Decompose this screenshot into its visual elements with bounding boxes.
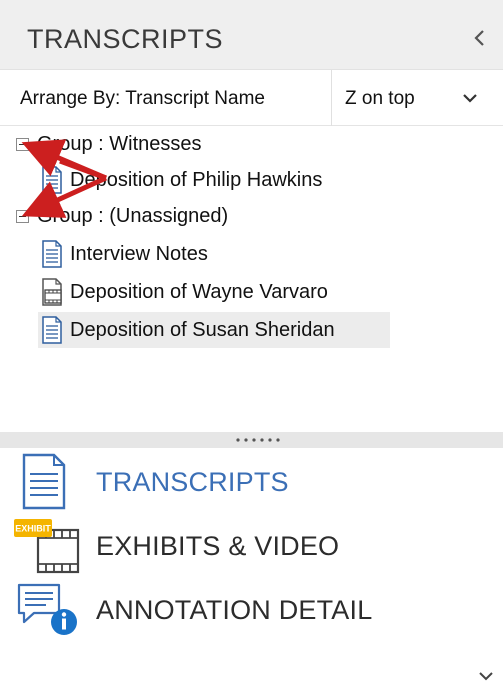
document-icon — [42, 240, 62, 268]
transcript-name: Interview Notes — [70, 242, 208, 265]
panel-splitter[interactable] — [0, 432, 503, 448]
panel-header: TRANSCRIPTS — [0, 0, 503, 70]
transcript-name: Deposition of Susan Sheridan — [70, 318, 335, 341]
transcript-item[interactable]: Deposition of Philip Hawkins — [40, 162, 322, 198]
arrange-by-label: Arrange By: Transcript Name — [20, 88, 265, 109]
exhibit-badge-text: EXHIBIT — [15, 524, 51, 534]
nav-transcripts[interactable]: TRANSCRIPTS — [0, 452, 503, 510]
group-unassigned[interactable]: Group : (Unassigned) — [16, 198, 228, 234]
grip-icon — [236, 438, 280, 442]
nav-label: ANNOTATION DETAIL — [96, 595, 373, 625]
arrange-bar: Arrange By: Transcript Name Z on top — [0, 70, 503, 126]
nav-exhibits-video[interactable]: EXHIBIT EXHIBITS & VIDEO — [0, 516, 503, 574]
group-label: Group : (Unassigned) — [37, 204, 229, 227]
annotation-info-icon — [17, 583, 77, 635]
chevron-down-icon — [463, 94, 477, 103]
group-witnesses[interactable]: Group : Witnesses — [16, 126, 202, 162]
transcript-item-selected[interactable]: Deposition of Susan Sheridan — [38, 312, 390, 348]
transcript-item[interactable]: Interview Notes — [40, 236, 208, 272]
nav-label: TRANSCRIPTS — [96, 467, 289, 497]
document-icon — [42, 166, 62, 194]
collapse-chevron-icon[interactable] — [473, 28, 487, 48]
nav-label: EXHIBITS & VIDEO — [96, 531, 340, 561]
collapse-toggle-icon[interactable] — [16, 137, 29, 151]
transcript-icon — [22, 453, 66, 510]
sort-order-dropdown[interactable]: Z on top — [332, 70, 503, 126]
transcript-item[interactable]: Deposition of Wayne Varvaro — [40, 274, 328, 310]
video-document-icon — [42, 278, 62, 306]
collapse-toggle-icon[interactable] — [16, 209, 29, 223]
exhibit-video-icon: EXHIBIT — [14, 519, 80, 574]
nav-annotation-detail[interactable]: ANNOTATION DETAIL — [0, 580, 503, 638]
transcript-tree: Group : Witnesses Deposition of Philip H… — [0, 126, 503, 426]
panel-title: TRANSCRIPTS — [27, 24, 224, 54]
chevron-down-icon[interactable] — [478, 670, 494, 682]
sort-order-value: Z on top — [345, 88, 415, 109]
document-icon — [42, 316, 62, 344]
transcript-name: Deposition of Wayne Varvaro — [70, 280, 328, 303]
group-label: Group : Witnesses — [37, 132, 202, 155]
transcript-name: Deposition of Philip Hawkins — [70, 168, 323, 191]
